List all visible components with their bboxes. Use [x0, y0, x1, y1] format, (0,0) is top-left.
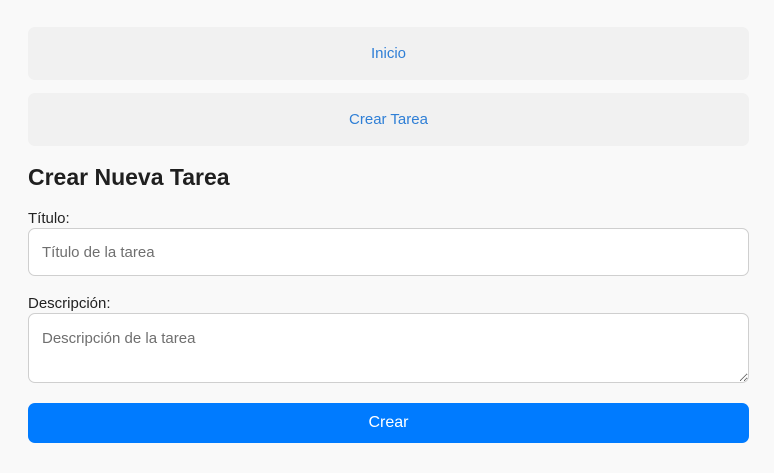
- title-input[interactable]: [28, 228, 749, 276]
- page: Inicio Crear Tarea Crear Nueva Tarea Tít…: [0, 0, 774, 473]
- description-textarea[interactable]: [28, 313, 749, 383]
- nav-link-home[interactable]: Inicio: [28, 27, 749, 80]
- create-button[interactable]: Crear: [28, 403, 749, 443]
- description-label: Descripción:: [28, 295, 111, 312]
- page-title: Crear Nueva Tarea: [28, 164, 230, 190]
- title-label: Título:: [28, 210, 70, 227]
- nav-link-create-task[interactable]: Crear Tarea: [28, 93, 749, 146]
